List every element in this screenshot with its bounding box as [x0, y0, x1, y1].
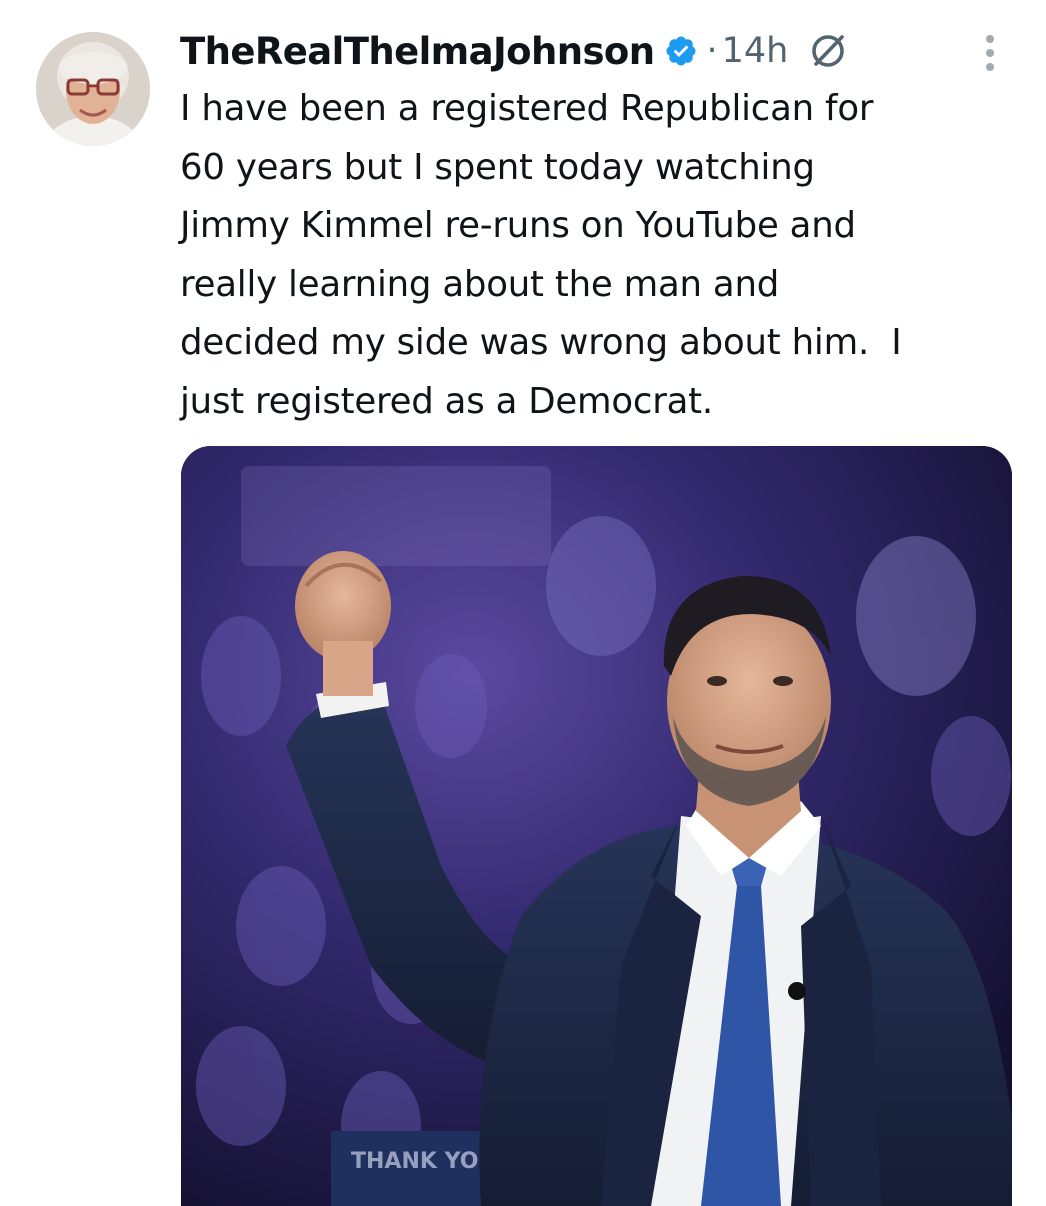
verified-badge-icon[interactable]: [664, 34, 698, 68]
separator-dot: ·: [706, 31, 718, 71]
post[interactable]: TheRealThelmaJohnson · 14h I have been a…: [0, 0, 1046, 1206]
post-text: I have been a registered Republican for …: [180, 88, 902, 422]
avatar-image: [36, 32, 150, 146]
author-avatar[interactable]: [36, 32, 150, 146]
post-media-photo[interactable]: THANK YOU: [181, 446, 1012, 1206]
more-options-icon[interactable]: [972, 30, 1008, 76]
grok-icon[interactable]: [808, 31, 848, 71]
post-timestamp[interactable]: 14h: [722, 31, 789, 71]
post-header: TheRealThelmaJohnson · 14h: [180, 26, 1046, 76]
sign-text: THANK YOU: [351, 1149, 496, 1174]
photo-image: THANK YOU: [181, 446, 1012, 1206]
author-display-name[interactable]: TheRealThelmaJohnson: [180, 30, 655, 73]
